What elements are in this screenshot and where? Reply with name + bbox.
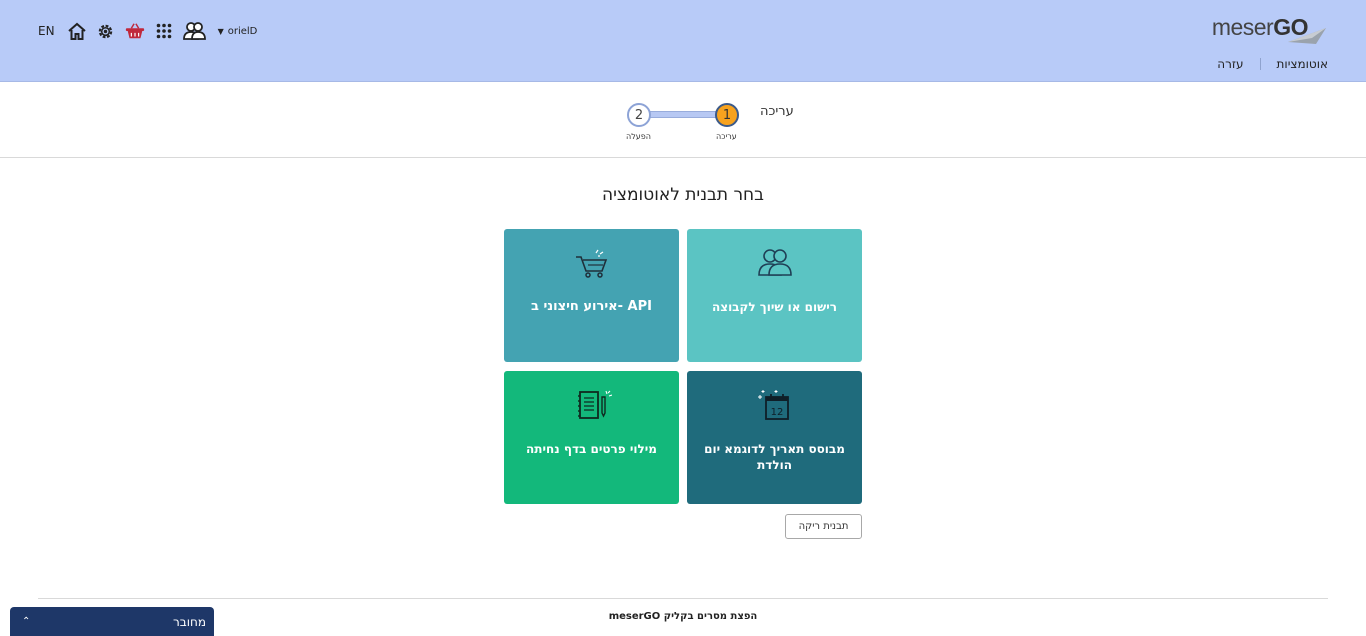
tile-label: רישום או שיוך לקבוצה <box>711 300 837 314</box>
logo-swoosh-icon <box>1288 28 1326 44</box>
template-tile-api[interactable]: אירוע חיצוני ב- API <box>504 229 679 362</box>
language-switch[interactable]: EN <box>38 24 55 38</box>
cart-icon <box>504 247 679 283</box>
home-icon[interactable] <box>67 21 87 41</box>
users-icon[interactable] <box>182 21 207 41</box>
tile-label: מבוסס תאריך לדוגמא יום הולדת <box>704 442 845 472</box>
apps-grid-icon[interactable] <box>154 21 174 41</box>
caret-down-icon: ▼ <box>217 26 224 36</box>
nav-automations[interactable]: אוטומציות <box>1277 57 1328 71</box>
top-header: meserGO אוטומציות עזרה EN ▼ orielD <box>0 0 1366 82</box>
step-title: עריכה <box>760 104 794 119</box>
header-toolbar: EN ▼ orielD <box>38 20 257 42</box>
connection-status-label: מחובר <box>173 614 206 629</box>
empty-template-button[interactable]: תבנית ריקה <box>785 514 862 539</box>
username: orielD <box>227 25 258 37</box>
tile-label: אירוע חיצוני ב- API <box>530 299 652 314</box>
template-tile-group[interactable]: רישום או שיוך לקבוצה <box>687 229 862 362</box>
step-2-label: הפעלה <box>626 132 652 141</box>
logo[interactable]: meserGO <box>1212 14 1328 46</box>
page-title: בחר תבנית לאוטומציה <box>602 185 764 205</box>
step-2-circle[interactable]: 2 <box>627 103 651 127</box>
connection-status-bar[interactable]: ⌃ מחובר <box>10 607 214 636</box>
footer-divider <box>38 598 1328 599</box>
user-menu[interactable]: ▼ orielD <box>218 26 258 37</box>
gear-icon[interactable] <box>96 21 116 41</box>
nav-help[interactable]: עזרה <box>1217 57 1243 71</box>
template-tile-landing-page[interactable]: מילוי פרטים בדף נחיתה <box>504 371 679 504</box>
wizard-steps: עריכה 2 1 עריכה הפעלה <box>0 82 1366 158</box>
chevron-up-icon[interactable]: ⌃ <box>22 616 30 627</box>
nav-divider <box>1259 58 1261 70</box>
template-tile-date[interactable]: 12 מבוסס תאריך לדוגמא יום הולדת <box>687 371 862 504</box>
calendar-icon: 12 <box>687 389 862 425</box>
basket-icon[interactable] <box>125 21 145 41</box>
step-1-label: עריכה <box>716 132 737 141</box>
step-1-circle[interactable]: 1 <box>715 103 739 127</box>
top-nav: אוטומציות עזרה <box>1217 57 1328 71</box>
group-icon <box>687 247 862 283</box>
tile-label: מילוי פרטים בדף נחיתה <box>526 442 657 456</box>
calendar-day: 12 <box>770 407 783 418</box>
notebook-pen-icon <box>504 389 679 425</box>
